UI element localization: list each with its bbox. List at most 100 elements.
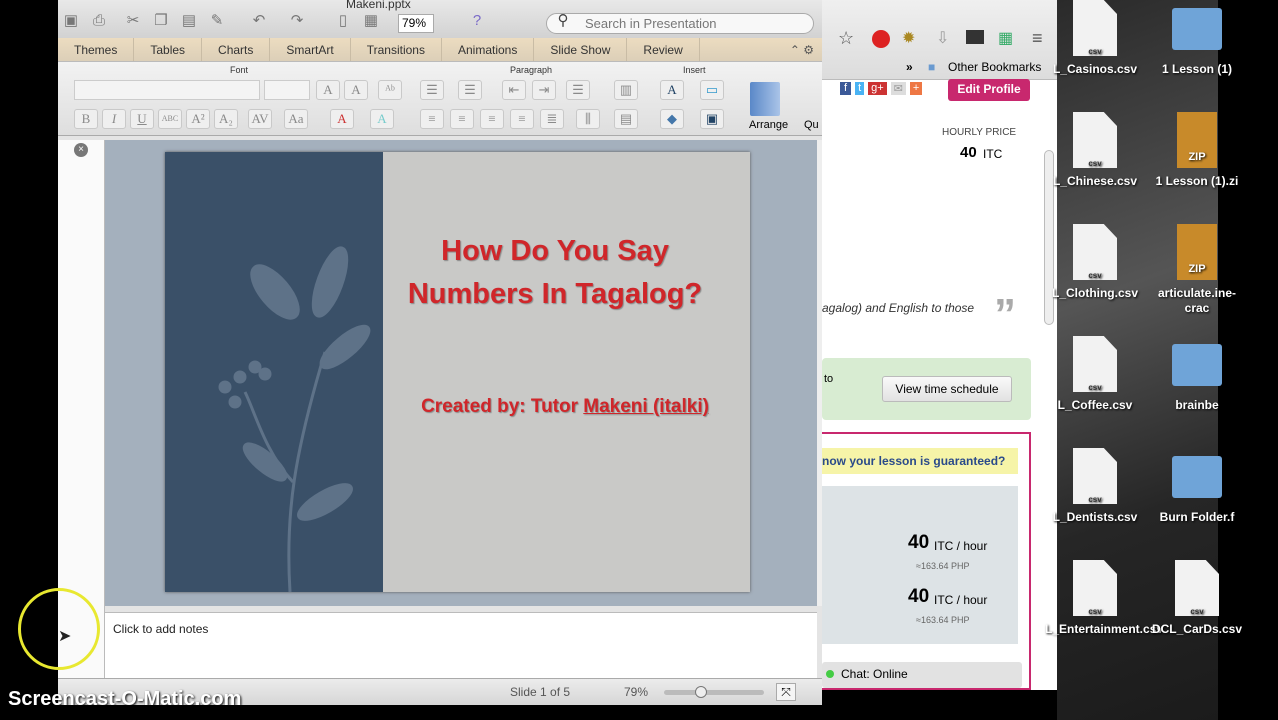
inbox-icon[interactable]	[966, 30, 984, 44]
tab-themes[interactable]: Themes	[58, 38, 135, 61]
bullets-icon[interactable]: ☰	[420, 80, 444, 100]
menu-icon[interactable]: ≡	[1032, 28, 1043, 49]
superscript-icon[interactable]: A²	[186, 109, 210, 129]
edit-profile-button[interactable]: Edit Profile	[948, 79, 1030, 101]
slide-editing-area: How Do You Say Numbers In Tagalog? Creat…	[105, 140, 817, 606]
arrange-icon[interactable]	[750, 82, 780, 116]
line-spacing-icon[interactable]: ☰	[566, 80, 590, 100]
char-spacing-icon[interactable]: AV	[248, 109, 272, 129]
distribute-icon[interactable]: ≣	[540, 109, 564, 129]
save-icon[interactable]: ▣	[62, 12, 80, 30]
align-text-icon[interactable]: ▤	[614, 109, 638, 129]
align-right-icon[interactable]: ≡	[480, 109, 504, 129]
credit-link[interactable]: Makeni (italki)	[583, 396, 709, 417]
font-color-icon[interactable]: A	[330, 109, 354, 129]
close-pane-icon[interactable]: ×	[74, 143, 88, 157]
change-case-icon[interactable]: Aa	[284, 109, 308, 129]
ribbon: Font Paragraph Insert A A ᴬᵇ B I U ABC A…	[58, 62, 822, 136]
grow-font-icon[interactable]: A	[316, 80, 340, 100]
google-plus-icon[interactable]: g+	[868, 82, 887, 95]
tab-transitions[interactable]: Transitions	[351, 38, 442, 61]
undo-icon[interactable]: ↶	[250, 12, 268, 30]
fit-window-icon[interactable]: ⤧	[776, 683, 796, 701]
bold-icon[interactable]: B	[74, 109, 98, 129]
slide-icon[interactable]: ▯	[334, 12, 352, 30]
slide-canvas[interactable]: How Do You Say Numbers In Tagalog? Creat…	[165, 152, 750, 593]
zoom-field[interactable]: 79%	[398, 14, 434, 33]
translate-icon[interactable]: ▦	[998, 28, 1013, 48]
desktop-file[interactable]: csv L_Coffee.csv	[1045, 336, 1145, 413]
indent-icon[interactable]: ⇥	[532, 80, 556, 100]
copy-icon[interactable]: ❐	[152, 12, 170, 30]
align-center-icon[interactable]: ≡	[450, 109, 474, 129]
twitter-icon[interactable]: t	[855, 82, 865, 95]
desktop-folder[interactable]: 1 Lesson (1)	[1147, 0, 1247, 77]
desktop-file[interactable]: csv L_Chinese.csv	[1045, 112, 1145, 189]
view-time-schedule-button[interactable]: View time schedule	[882, 376, 1012, 402]
strikethrough-icon[interactable]: ABC	[158, 109, 182, 129]
desktop-zip[interactable]: ZIP articulate.ine-crac	[1147, 224, 1247, 316]
desktop-folder[interactable]: brainbe	[1147, 336, 1247, 413]
notes-pane[interactable]: Click to add notes	[105, 612, 817, 678]
slide-title[interactable]: How Do You Say Numbers In Tagalog?	[405, 230, 705, 316]
columns-icon[interactable]: ▥	[614, 80, 638, 100]
add-icon[interactable]: +	[909, 82, 923, 95]
guarantee-banner[interactable]: now your lesson is guaranteed?	[822, 448, 1018, 474]
slide-subtitle[interactable]: Created by: Tutor Makeni (italki)	[395, 396, 735, 418]
arrange-label[interactable]: Arrange	[749, 119, 788, 131]
tab-review[interactable]: Review	[627, 38, 700, 61]
tab-slide-show[interactable]: Slide Show	[534, 38, 628, 61]
tab-animations[interactable]: Animations	[442, 38, 535, 61]
tab-smartart[interactable]: SmartArt	[270, 38, 351, 61]
format-brush-icon[interactable]: ✎	[208, 12, 226, 30]
adblock-icon[interactable]	[872, 30, 890, 48]
italic-icon[interactable]: I	[102, 109, 126, 129]
tab-charts[interactable]: Charts	[202, 38, 271, 61]
desktop-file[interactable]: csv L_Dentists.csv	[1045, 448, 1145, 525]
desktop-file[interactable]: csv DCL_CarDs.csv	[1147, 560, 1247, 637]
desktop-file[interactable]: csv L_Clothing.csv	[1045, 224, 1145, 301]
outdent-icon[interactable]: ⇤	[502, 80, 526, 100]
shrink-font-icon[interactable]: A	[344, 80, 368, 100]
paste-icon[interactable]: ▤	[180, 12, 198, 30]
font-size-select[interactable]	[264, 80, 310, 100]
other-bookmarks[interactable]: Other Bookmarks	[948, 60, 1041, 74]
notes-placeholder[interactable]: Click to add notes	[113, 622, 208, 636]
subscript-icon[interactable]: A₂	[214, 109, 238, 129]
redo-icon[interactable]: ↷	[288, 12, 306, 30]
text-effects-icon[interactable]: A	[370, 109, 394, 129]
watermark: Screencast-O-Matic.com	[8, 688, 242, 710]
text-box-icon[interactable]: A	[660, 80, 684, 100]
numbering-icon[interactable]: ☰	[458, 80, 482, 100]
tab-tables[interactable]: Tables	[134, 38, 203, 61]
quick-styles-label[interactable]: Qu	[804, 119, 819, 131]
bookmark-star-icon[interactable]: ☆	[838, 28, 854, 49]
zoom-slider-thumb[interactable]	[694, 686, 707, 698]
email-icon[interactable]: ✉	[890, 82, 906, 95]
shape-icon[interactable]: ◆	[660, 109, 684, 129]
facebook-icon[interactable]: f	[840, 82, 852, 95]
download-icon[interactable]: ⇩	[936, 28, 949, 48]
desktop-burn-folder[interactable]: Burn Folder.f	[1147, 448, 1247, 525]
text-direction-icon[interactable]: ⫼	[576, 109, 600, 129]
desktop-zip[interactable]: ZIP 1 Lesson (1).zi	[1147, 112, 1247, 189]
desktop-file[interactable]: csv L_Entertainment.csv	[1045, 560, 1163, 637]
chat-status-bar[interactable]: Chat: Online	[822, 662, 1022, 688]
search-input[interactable]: Search in Presentation	[546, 13, 814, 34]
help-icon[interactable]: ?	[468, 12, 486, 30]
zoom-slider[interactable]	[664, 686, 764, 698]
media-icon[interactable]: ▣	[700, 109, 724, 129]
print-icon[interactable]: ⎙	[90, 12, 108, 30]
cut-icon[interactable]: ✂	[124, 12, 142, 30]
font-name-select[interactable]	[74, 80, 260, 100]
align-left-icon[interactable]: ≡	[420, 109, 444, 129]
view-icon[interactable]: ▦	[362, 12, 380, 30]
picture-icon[interactable]: ▭	[700, 80, 724, 100]
clear-format-icon[interactable]: ᴬᵇ	[378, 80, 402, 100]
extension-gear-icon[interactable]: ✹	[902, 28, 915, 48]
underline-icon[interactable]: U	[130, 109, 154, 129]
gear-icon[interactable]: ⌃ ⚙	[782, 38, 822, 61]
more-bookmarks-icon[interactable]: »	[906, 60, 913, 74]
justify-icon[interactable]: ≡	[510, 109, 534, 129]
desktop-file[interactable]: csv L_Casinos.csv	[1045, 0, 1145, 77]
